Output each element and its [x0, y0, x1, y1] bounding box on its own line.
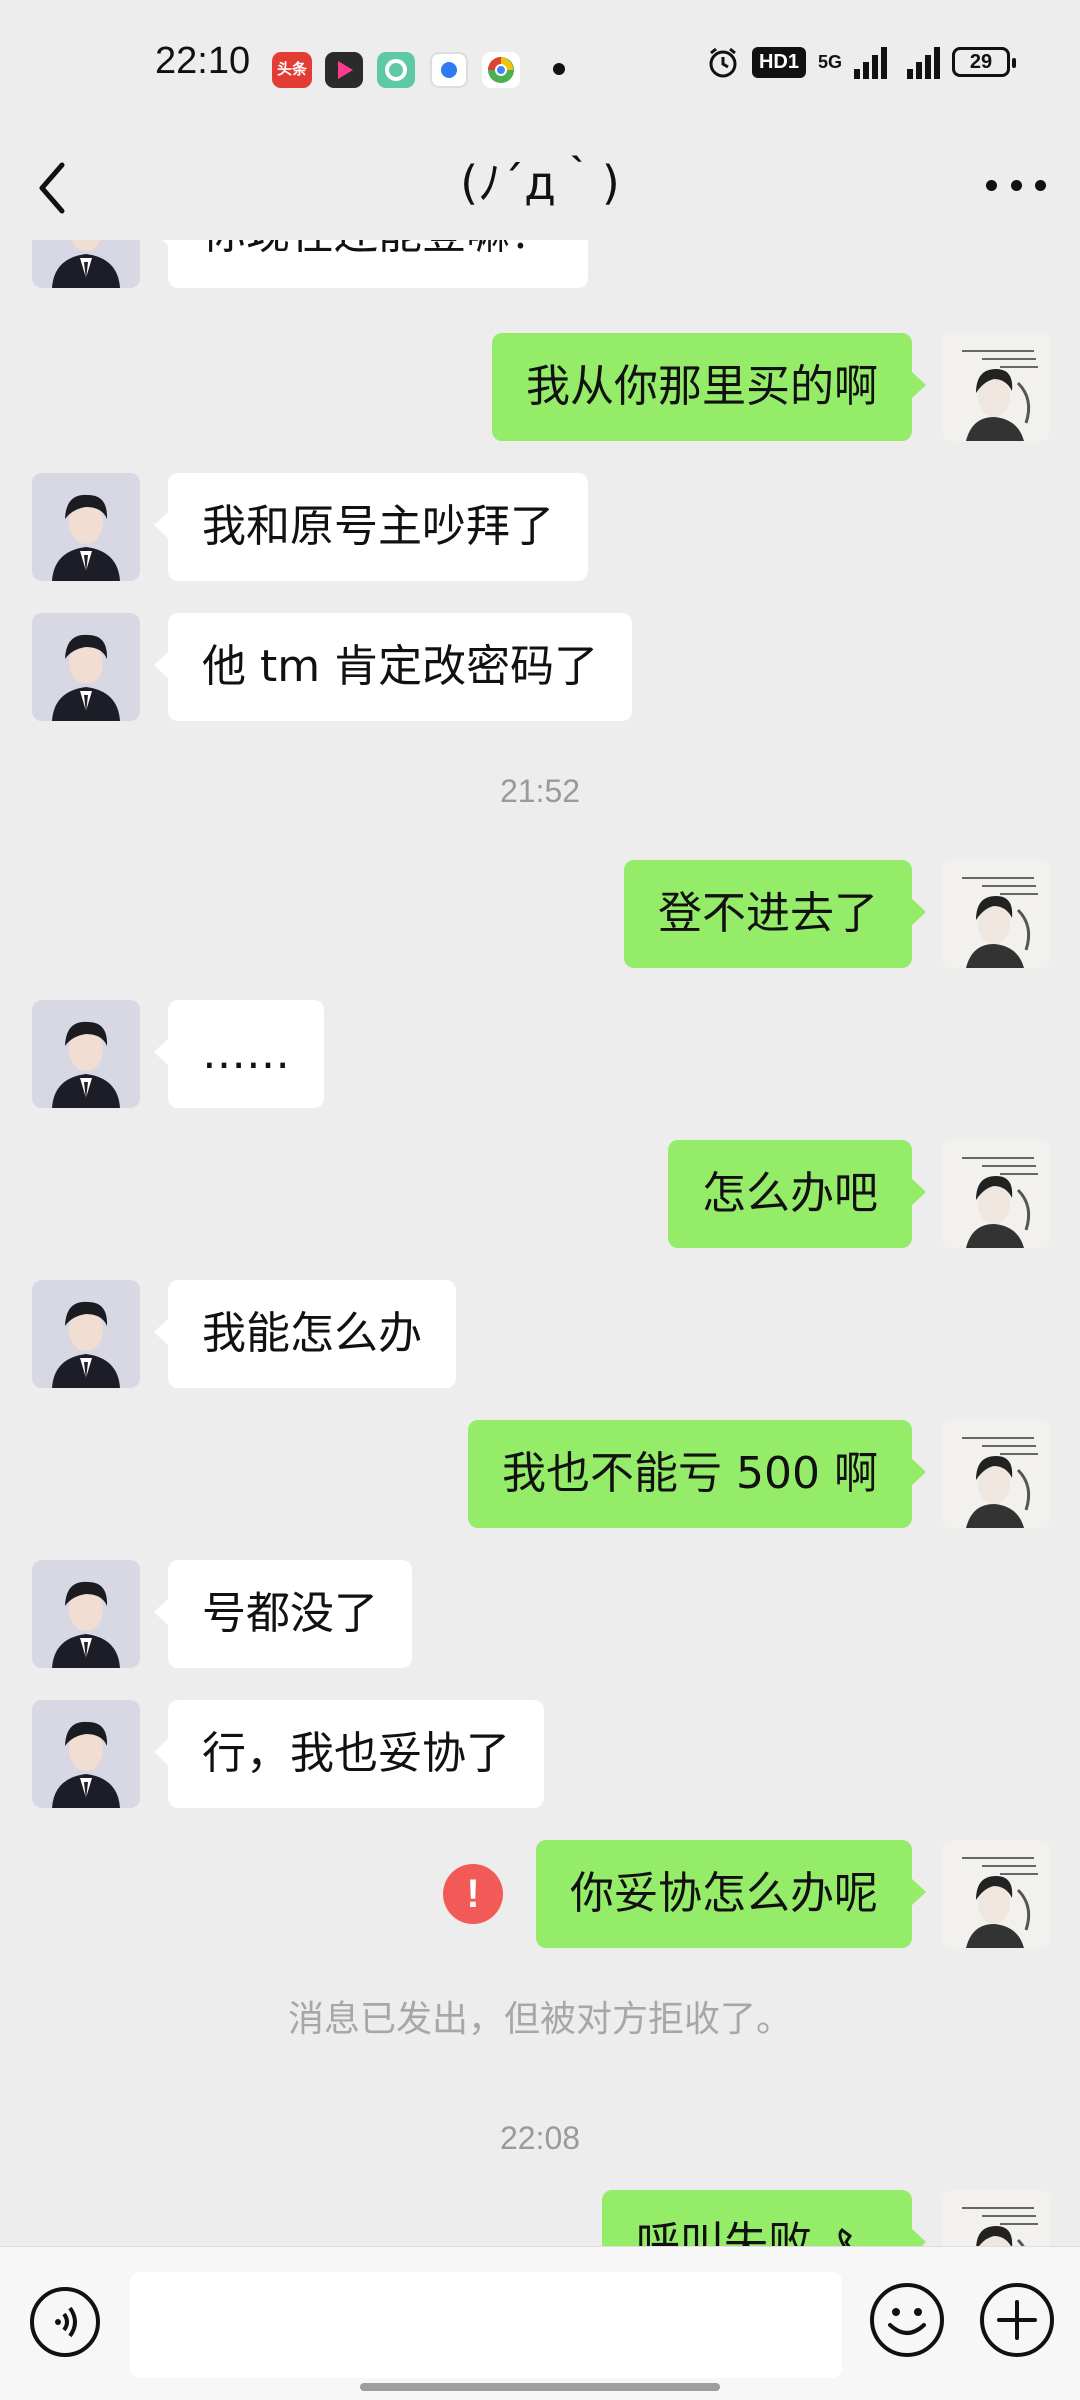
timestamp: 22:08 — [499, 2120, 581, 2156]
network-5g-label: 5G — [817, 52, 842, 72]
message-bubble[interactable]: …… — [154, 1000, 324, 1108]
my-avatar[interactable] — [942, 1840, 1050, 1948]
message-bubble[interactable]: 他 tm 肯定改密码了 — [153, 613, 633, 721]
home-indicator[interactable] — [360, 2383, 720, 2391]
chat-title: (ﾉ´д｀) — [460, 156, 620, 210]
plus-icon[interactable] — [980, 2283, 1054, 2357]
status-time: 22:10 — [155, 40, 251, 82]
browser-app-icon — [430, 52, 468, 88]
input-bar — [0, 2246, 1080, 2400]
message-text: 呼叫失败 — [636, 2218, 812, 2246]
battery-level: 29 — [969, 51, 993, 73]
signal-2-icon — [907, 45, 940, 79]
message-bubble[interactable]: 你现在还能登嘛？ — [154, 240, 588, 288]
emoji-icon[interactable] — [870, 2283, 944, 2357]
contact-avatar[interactable] — [32, 240, 140, 288]
message-bubble[interactable]: 我和原号主吵拜了 — [154, 473, 588, 581]
status-right: HD1 5G 29 — [706, 45, 1016, 79]
toutiao-label: 头条 — [276, 61, 307, 78]
chrome-like-app-icon — [482, 52, 520, 88]
message-bubble[interactable]: 我能怎么办 — [154, 1280, 456, 1388]
message-input[interactable] — [130, 2272, 842, 2378]
contact-avatar[interactable] — [32, 473, 140, 581]
hd-badge: HD1 — [751, 46, 806, 78]
chat-header: (ﾉ´д｀) — [0, 135, 1080, 240]
message-bubble[interactable]: 我从你那里买的啊 — [492, 333, 926, 441]
system-message: 消息已发出，但被对方拒收了。 — [287, 1999, 792, 2040]
more-dots-icon[interactable] — [986, 165, 1046, 205]
my-avatar[interactable] — [942, 860, 1050, 968]
message-bubble[interactable]: 号都没了 — [154, 1560, 412, 1668]
message-bubble[interactable]: 登不进去了 — [624, 860, 926, 968]
alarm-icon — [709, 47, 737, 78]
call-failed-bubble[interactable]: 呼叫失败 — [602, 2190, 926, 2246]
my-avatar[interactable] — [942, 1140, 1050, 1248]
contact-avatar[interactable] — [32, 613, 140, 721]
call-icon — [838, 2228, 853, 2246]
message-list[interactable]: 你现在还能登嘛？ 我从你那里买的啊 我和原号主吵拜了 他 tm 肯定改密码了 2… — [0, 240, 1080, 2246]
my-avatar[interactable] — [942, 2190, 1050, 2246]
contact-avatar[interactable] — [32, 1000, 140, 1108]
contact-avatar[interactable] — [32, 1560, 140, 1668]
timestamp: 21:52 — [499, 773, 581, 809]
contact-avatar[interactable] — [32, 1280, 140, 1388]
message-bubble[interactable]: 我也不能亏 500 啊 — [468, 1420, 926, 1528]
my-avatar[interactable] — [942, 333, 1050, 441]
message-bubble[interactable]: 你妥协怎么办呢 — [536, 1840, 926, 1948]
voice-icon[interactable] — [30, 2287, 100, 2357]
status-bar: 22:10 头条 HD1 5G 29 — [0, 0, 1080, 135]
signal-icon — [854, 45, 887, 79]
camera-app-icon — [377, 52, 415, 88]
contact-avatar[interactable] — [32, 1700, 140, 1808]
message-bubble[interactable]: 怎么办吧 — [668, 1140, 926, 1248]
my-avatar[interactable] — [942, 1420, 1050, 1528]
toutiao-app-icon: 头条 — [272, 52, 312, 88]
battery-icon: 29 — [952, 47, 1016, 77]
notification-dot-icon — [553, 63, 565, 75]
error-icon[interactable]: ! — [443, 1864, 503, 1924]
video-app-icon — [325, 52, 363, 88]
message-bubble[interactable]: 行，我也妥协了 — [154, 1700, 544, 1808]
